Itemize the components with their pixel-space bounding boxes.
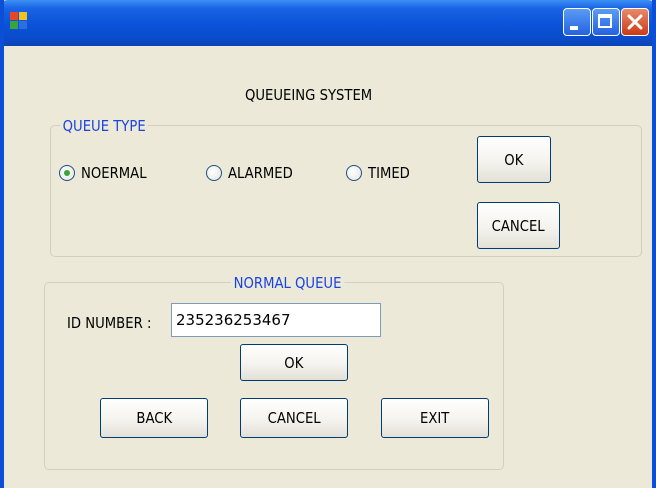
queue-type-ok-button[interactable]: OK — [477, 136, 551, 183]
maximize-icon[interactable] — [592, 8, 620, 36]
minimize-icon[interactable] — [563, 8, 591, 36]
queue-type-ok-label: OK — [504, 150, 524, 169]
close-icon[interactable] — [621, 8, 649, 36]
title-bar[interactable] — [4, 0, 652, 46]
form-title: QUEUEING SYSTEM — [245, 86, 373, 104]
normal-queue-ok-label: OK — [284, 353, 304, 372]
radio-timed-label[interactable]: TIMED — [368, 164, 410, 182]
exit-button[interactable]: EXIT — [381, 398, 489, 438]
radio-timed-circle[interactable] — [346, 165, 362, 181]
normal-queue-legend: NORMAL QUEUE — [231, 274, 345, 292]
queue-type-legend: QUEUE TYPE — [60, 117, 149, 135]
queue-type-cancel-label: CANCEL — [491, 216, 546, 235]
normal-queue-cancel-label: CANCEL — [267, 409, 321, 427]
radio-alarmed-circle[interactable] — [206, 165, 222, 181]
app-icon[interactable] — [10, 12, 30, 32]
radio-normal-label[interactable]: NOERMAL — [81, 164, 147, 182]
id-number-label: ID NUMBER : — [67, 314, 152, 332]
radio-selected-dot — [64, 170, 70, 176]
exit-label: EXIT — [420, 409, 450, 427]
id-number-input[interactable] — [171, 303, 381, 337]
app-window: QUEUEING SYSTEM QUEUE TYPE NOERMAL ALARM… — [0, 0, 656, 488]
back-label: BACK — [136, 409, 172, 427]
radio-normal-circle[interactable] — [59, 165, 75, 181]
normal-queue-ok-button[interactable]: OK — [240, 344, 348, 381]
queue-type-cancel-button[interactable]: CANCEL — [477, 202, 560, 249]
radio-alarmed-label[interactable]: ALARMED — [228, 164, 293, 182]
back-button[interactable]: BACK — [100, 398, 208, 438]
normal-queue-cancel-button[interactable]: CANCEL — [240, 398, 348, 438]
